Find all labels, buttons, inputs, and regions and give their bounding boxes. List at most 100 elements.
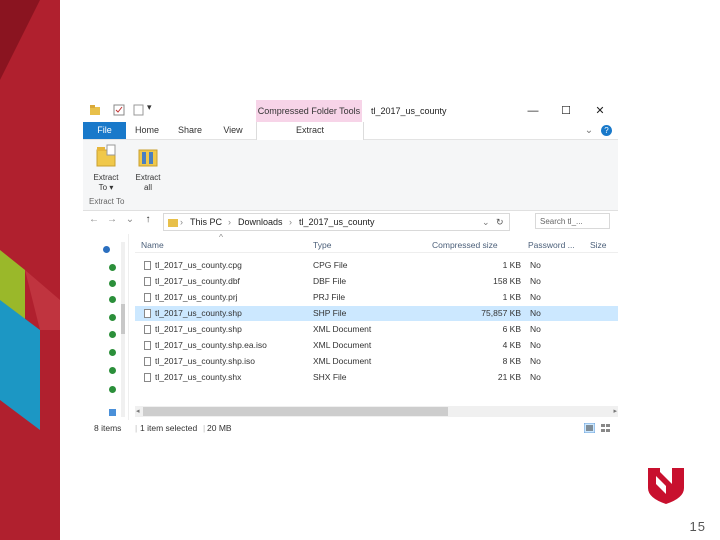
nav-item-icon [109, 296, 116, 303]
tab-view[interactable]: View [217, 122, 249, 139]
file-password: No [530, 292, 541, 302]
file-type: DBF File [313, 276, 347, 286]
file-name: tl_2017_us_county.shp [155, 324, 242, 334]
column-type[interactable]: Type [313, 238, 331, 252]
file-type: SHX File [313, 372, 347, 382]
column-password[interactable]: Password ... [528, 238, 575, 252]
column-compressed-size[interactable]: Compressed size [432, 238, 498, 252]
large-icons-view-icon[interactable] [600, 423, 611, 433]
extract-to-button[interactable]: Extract To ▾ [88, 144, 124, 193]
file-type: XML Document [313, 324, 372, 334]
file-size: 21 KB [497, 372, 521, 382]
extract-all-label: Extract all [135, 173, 161, 192]
file-password: No [530, 324, 541, 334]
scroll-right-icon[interactable]: ▸ [613, 406, 617, 417]
table-row[interactable]: tl_2017_us_county.prj PRJ File 1 KB No [135, 290, 618, 305]
extract-all-icon [138, 149, 158, 167]
column-size[interactable]: Size [590, 238, 607, 252]
nav-scrollbar-thumb[interactable] [121, 304, 125, 334]
status-divider: | [203, 423, 206, 433]
table-row[interactable]: tl_2017_us_county.shp.ea.iso XML Documen… [135, 338, 618, 353]
file-icon [144, 277, 151, 286]
breadcrumb-folder[interactable]: tl_2017_us_county [299, 214, 375, 230]
file-password: No [530, 276, 541, 286]
address-bar[interactable]: › This PC › Downloads › tl_2017_us_count… [163, 213, 510, 231]
nav-item-icon [109, 367, 116, 374]
column-name[interactable]: Name [141, 238, 164, 252]
back-button[interactable]: ← [87, 214, 101, 225]
compressed-folder-tools-tab: Compressed Folder Tools [256, 100, 362, 122]
forward-button[interactable]: → [105, 214, 119, 225]
file-size: 8 KB [502, 356, 521, 366]
file-name: tl_2017_us_county.dbf [155, 276, 240, 286]
file-icon [144, 293, 151, 302]
tab-home[interactable]: Home [131, 122, 163, 139]
search-input[interactable]: Search tl_... [535, 213, 610, 229]
address-dropdown-icon[interactable]: ⌄ [482, 214, 490, 230]
file-size: 6 KB [502, 324, 521, 334]
nav-item-icon [109, 314, 116, 321]
close-button[interactable]: ✕ [583, 100, 617, 122]
file-size: 4 KB [502, 340, 521, 350]
scroll-left-icon[interactable]: ◂ [136, 406, 140, 417]
horizontal-scrollbar-thumb[interactable] [143, 407, 448, 416]
up-button[interactable]: ↑ [141, 214, 155, 225]
nav-drive-icon [109, 409, 116, 416]
file-name: tl_2017_us_county.cpg [155, 260, 242, 270]
item-count: 8 items [94, 423, 122, 433]
table-row[interactable]: tl_2017_us_county.shx SHX File 21 KB No [135, 370, 618, 385]
refresh-icon[interactable]: ↻ [496, 214, 504, 230]
page-number: 15 [689, 519, 706, 534]
file-name: tl_2017_us_county.shp.iso [155, 356, 256, 366]
properties-icon[interactable] [113, 104, 125, 116]
file-name: tl_2017_us_county.shp [155, 308, 242, 318]
collapse-ribbon-icon[interactable]: ⌄ [583, 122, 595, 139]
table-row-selected[interactable]: tl_2017_us_county.shp SHP File 75,857 KB… [135, 306, 618, 321]
ribbon-group-label: Extract To [89, 197, 125, 206]
file-type: SHP File [313, 308, 347, 318]
window-title: tl_2017_us_county [371, 106, 447, 116]
tab-file[interactable]: File [83, 122, 126, 139]
file-password: No [530, 372, 541, 382]
recent-locations-button[interactable]: ⌄ [123, 214, 137, 225]
file-size: 75,857 KB [481, 308, 521, 318]
file-explorer-window: ▾ Compressed Folder Tools tl_2017_us_cou… [83, 100, 618, 436]
navigation-pane[interactable] [83, 234, 129, 420]
maximize-button[interactable]: ☐ [549, 100, 583, 122]
details-view-icon[interactable] [584, 423, 595, 433]
file-password: No [530, 308, 541, 318]
file-password: No [530, 260, 541, 270]
table-row[interactable]: tl_2017_us_county.dbf DBF File 158 KB No [135, 274, 618, 289]
tab-share[interactable]: Share [173, 122, 207, 139]
new-folder-icon[interactable] [133, 104, 145, 116]
extract-all-button[interactable]: Extract all [130, 144, 166, 193]
file-type: XML Document [313, 340, 372, 350]
table-row[interactable]: tl_2017_us_county.cpg CPG File 1 KB No [135, 258, 618, 273]
selection-size: 20 MB [207, 423, 232, 433]
table-row[interactable]: tl_2017_us_county.shp.iso XML Document 8… [135, 354, 618, 369]
file-password: No [530, 340, 541, 350]
qa-dropdown-icon[interactable]: ▾ [147, 102, 157, 114]
slide-decoration [0, 0, 60, 540]
file-name: tl_2017_us_county.prj [155, 292, 238, 302]
nav-item-icon [109, 280, 116, 287]
folder-icon [168, 219, 178, 227]
breadcrumb-this-pc[interactable]: This PC [190, 214, 222, 230]
extract-to-label: Extract To ▾ [93, 173, 119, 192]
nav-item-icon [109, 386, 116, 393]
minimize-button[interactable]: — [516, 100, 550, 122]
file-icon [144, 373, 151, 382]
column-header: Name ^ Type Compressed size Password ...… [135, 232, 618, 253]
file-type: PRJ File [313, 292, 346, 302]
extract-to-icon [96, 144, 116, 167]
file-type: XML Document [313, 356, 372, 366]
ribbon-panel: Extract To ▾ Extract all Extract To [83, 140, 618, 211]
help-icon[interactable]: ? [601, 125, 612, 136]
ribbon-tabs: File Home Share View Extract ⌄ ? [83, 122, 618, 140]
nav-item-icon [109, 331, 116, 338]
tab-extract[interactable]: Extract [256, 122, 364, 140]
table-row[interactable]: tl_2017_us_county.shp XML Document 6 KB … [135, 322, 618, 337]
status-bar: 8 items | 1 item selected | 20 MB [83, 420, 618, 436]
breadcrumb-separator: › [180, 217, 183, 227]
breadcrumb-downloads[interactable]: Downloads [238, 214, 283, 230]
